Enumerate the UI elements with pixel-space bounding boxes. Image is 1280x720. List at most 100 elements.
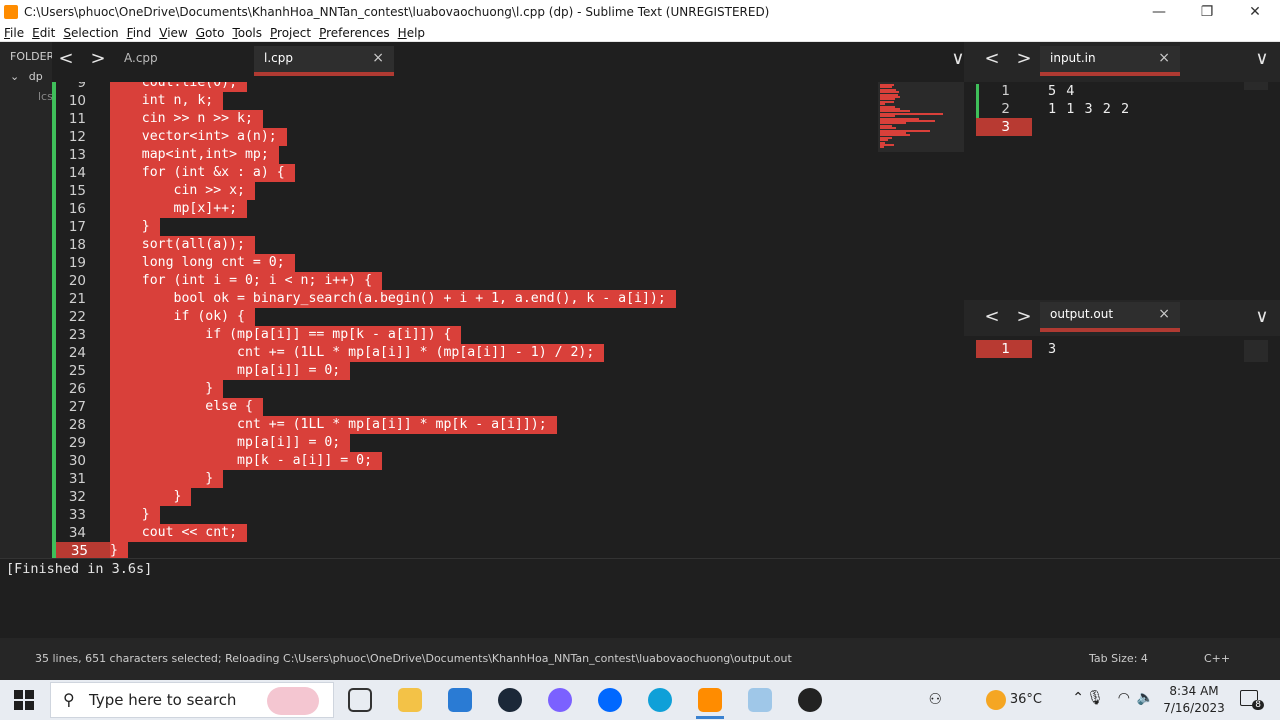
line-number: 20 <box>68 273 86 289</box>
code-line[interactable]: 33 } <box>52 506 964 524</box>
code-editor[interactable]: 9 cout.tie(0); 10 int n, k; 11 cin >> n >>… <box>52 82 964 558</box>
clock-time[interactable]: 8:34 AM <box>1162 684 1226 698</box>
folder-dp[interactable]: ⌄ dp <box>10 70 43 83</box>
task-view-icon[interactable] <box>348 688 372 712</box>
code-line[interactable]: 32 } <box>52 488 964 506</box>
output-tab-dropdown-button[interactable]: ∨ <box>1250 302 1274 332</box>
code-line[interactable]: 28 cnt += (1LL * mp[a[i]] * mp[k - a[i]]… <box>52 416 964 434</box>
code-line[interactable]: 25 mp[a[i]] = 0; <box>52 362 964 380</box>
code-line[interactable]: 20 for (int i = 0; i < n; i++) { <box>52 272 964 290</box>
menu-view[interactable]: View <box>159 26 187 40</box>
code-line[interactable]: 12 vector<int> a(n); <box>52 128 964 146</box>
code-line[interactable]: 14 for (int &x : a) { <box>52 164 964 182</box>
code-line[interactable]: 29 mp[a[i]] = 0; <box>52 434 964 452</box>
menu-preferences[interactable]: Preferences <box>319 26 390 40</box>
menu-help[interactable]: Help <box>398 26 425 40</box>
text-line[interactable]: 1 5 4 <box>976 82 1266 100</box>
close-tab-icon[interactable]: × <box>1158 302 1170 326</box>
sublime-text-taskbar-icon[interactable] <box>698 688 722 712</box>
sidebar-item-lcs[interactable]: lcs <box>38 90 52 103</box>
menu-goto[interactable]: Goto <box>196 26 225 40</box>
menu-selection[interactable]: Selection <box>63 26 118 40</box>
selected-code-text: cout.tie(0); <box>110 82 248 92</box>
close-tab-icon[interactable]: × <box>372 46 384 70</box>
taskbar-search-input[interactable]: ⚲ Type here to search <box>50 682 334 718</box>
menu-project[interactable]: Project <box>270 26 311 40</box>
text-line[interactable]: 3 <box>976 118 1266 136</box>
chevron-up-icon[interactable]: ⌃ <box>1072 690 1084 706</box>
input-tab-next-button[interactable]: > <box>1012 44 1036 74</box>
code-line[interactable]: 30 mp[k - a[i]] = 0; <box>52 452 964 470</box>
sidebar: FOLDERS ⌄ dp lcs <box>0 42 52 558</box>
code-line[interactable]: 31 } <box>52 470 964 488</box>
steam-icon[interactable] <box>498 688 522 712</box>
tab-input-in[interactable]: input.in × <box>1040 46 1180 76</box>
restore-button[interactable]: ❐ <box>1184 0 1230 24</box>
selected-code-text: mp[a[i]] = 0; <box>110 434 351 452</box>
notepad-icon[interactable] <box>748 688 772 712</box>
menu-tools[interactable]: Tools <box>232 26 262 40</box>
syntax-indicator[interactable]: C++ <box>1204 638 1230 680</box>
weather-temperature[interactable]: 36°C <box>1010 692 1042 707</box>
clock-date[interactable]: 7/16/2023 <box>1160 701 1228 715</box>
input-editor[interactable]: 1 5 4 2 1 1 3 2 2 3 <box>976 82 1276 142</box>
tab-prev-button[interactable]: < <box>54 44 78 74</box>
file-explorer-icon[interactable] <box>398 688 422 712</box>
mail-icon[interactable] <box>448 688 472 712</box>
code-line[interactable]: 9 cout.tie(0); <box>52 82 964 92</box>
status-message: 35 lines, 651 characters selected; Reloa… <box>35 652 792 665</box>
code-line[interactable]: 11 cin >> n >> k; <box>52 110 964 128</box>
code-line[interactable]: 17 } <box>52 218 964 236</box>
tab-size-indicator[interactable]: Tab Size: 4 <box>1089 638 1148 680</box>
code-line[interactable]: 16 mp[x]++; <box>52 200 964 218</box>
window-title: C:\Users\phuoc\OneDrive\Documents\KhanhH… <box>24 5 770 19</box>
minimize-button[interactable]: — <box>1136 0 1182 24</box>
code-line[interactable]: 10 int n, k; <box>52 92 964 110</box>
code-line[interactable]: 34 cout << cnt; <box>52 524 964 542</box>
menu-edit[interactable]: Edit <box>32 26 55 40</box>
minimap[interactable] <box>878 82 964 152</box>
selected-code-text: cnt += (1LL * mp[a[i]] * mp[k - a[i]]); <box>110 416 557 434</box>
weather-icon[interactable] <box>986 690 1006 710</box>
code-line[interactable]: 27 else { <box>52 398 964 416</box>
output-tab-prev-button[interactable]: < <box>980 302 1004 332</box>
text-line[interactable]: 13 <box>976 340 1266 358</box>
input-tab-dropdown-button[interactable]: ∨ <box>1250 44 1274 74</box>
close-button[interactable]: ✕ <box>1232 0 1278 24</box>
output-tab-next-button[interactable]: > <box>1012 302 1036 332</box>
close-tab-icon[interactable]: × <box>1158 46 1170 70</box>
build-result-text: [Finished in 3.6s] <box>6 561 153 577</box>
line-number: 10 <box>68 93 86 109</box>
tab-l-cpp[interactable]: l.cpp × <box>254 46 394 76</box>
obs-icon[interactable] <box>798 688 822 712</box>
tab-output-out[interactable]: output.out × <box>1040 302 1180 332</box>
code-line[interactable]: 18 sort(all(a)); <box>52 236 964 254</box>
output-editor[interactable]: 13 <box>976 340 1276 364</box>
input-tab-prev-button[interactable]: < <box>980 44 1004 74</box>
code-line[interactable]: 19 long long cnt = 0; <box>52 254 964 272</box>
menu-file[interactable]: File <box>4 26 24 40</box>
tab-next-button[interactable]: > <box>86 44 110 74</box>
code-line[interactable]: 23 if (mp[a[i]] == mp[k - a[i]]) { <box>52 326 964 344</box>
code-line[interactable]: 26 } <box>52 380 964 398</box>
microphone-icon[interactable]: 🎙 <box>1086 690 1104 706</box>
menu-find[interactable]: Find <box>127 26 152 40</box>
output-minimap <box>1244 340 1268 362</box>
code-line[interactable]: 22 if (ok) { <box>52 308 964 326</box>
text-line[interactable]: 2 1 1 3 2 2 <box>976 100 1266 118</box>
tab-a-cpp[interactable]: A.cpp <box>114 46 254 76</box>
wifi-icon[interactable]: ◠ <box>1118 690 1130 706</box>
code-line[interactable]: 13 map<int,int> mp; <box>52 146 964 164</box>
code-line[interactable]: 24 cnt += (1LL * mp[a[i]] * (mp[a[i]] - … <box>52 344 964 362</box>
code-line[interactable]: 21 bool ok = binary_search(a.begin() + i… <box>52 290 964 308</box>
zalo-icon[interactable] <box>598 688 622 712</box>
people-icon[interactable]: ⚇ <box>929 690 942 708</box>
code-line[interactable]: 35} <box>52 542 964 558</box>
copilot-icon[interactable] <box>548 688 572 712</box>
selected-code-text: if (mp[a[i]] == mp[k - a[i]]) { <box>110 326 462 344</box>
windows-start-icon[interactable] <box>14 690 34 710</box>
code-line[interactable]: 15 cin >> x; <box>52 182 964 200</box>
volume-icon[interactable]: 🔈 <box>1137 690 1154 706</box>
chevron-down-icon: ⌄ <box>10 70 20 83</box>
edge-icon[interactable] <box>648 688 672 712</box>
